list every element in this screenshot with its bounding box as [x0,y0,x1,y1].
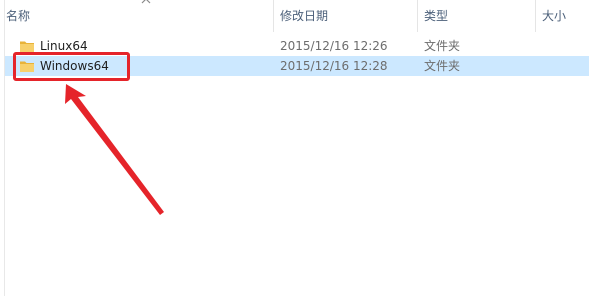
annotation-arrow [65,84,164,215]
